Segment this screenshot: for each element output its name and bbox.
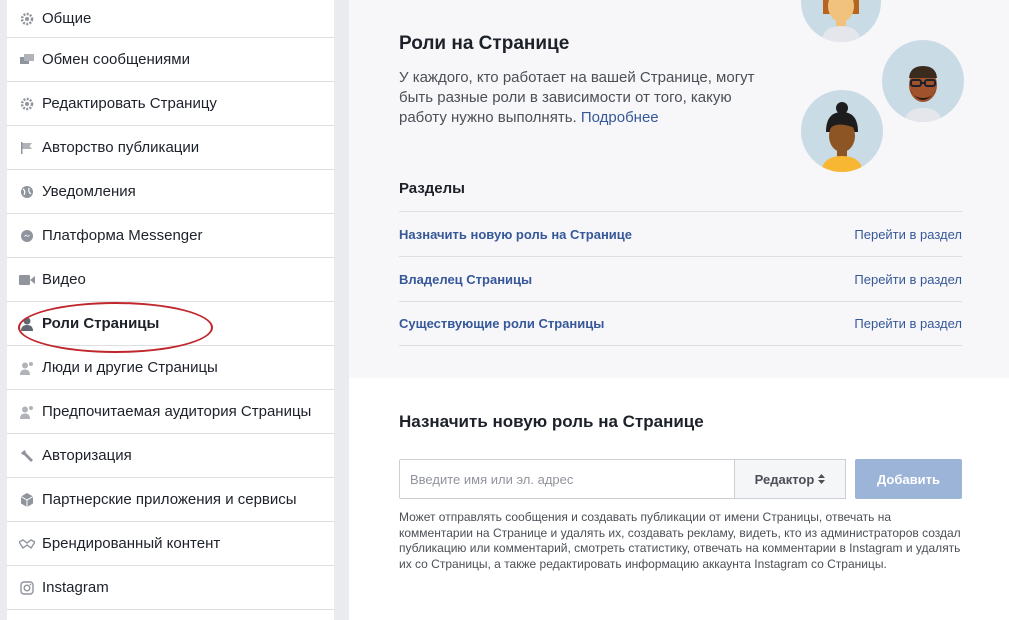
sidebar-item-label: Instagram <box>42 579 109 596</box>
sidebar-item-preferred-audience[interactable]: Предпочитаемая аудитория Страницы <box>7 390 334 434</box>
sidebar-item-label: Обмен сообщениями <box>42 51 190 68</box>
sidebar-item-branded-content[interactable]: Брендированный контент <box>7 522 334 566</box>
sidebar-item-label: Платформа Messenger <box>42 227 203 244</box>
go-to-section-link[interactable]: Перейти в раздел <box>854 316 962 331</box>
sidebar-item-people-pages[interactable]: Люди и другие Страницы <box>7 346 334 390</box>
person-icon <box>19 316 35 332</box>
sidebar-item-label: Предпочитаемая аудитория Страницы <box>42 403 312 420</box>
sidebar-item-page-roles[interactable]: Роли Страницы <box>7 302 334 346</box>
go-to-section-link[interactable]: Перейти в раздел <box>854 227 962 242</box>
sidebar-item-label: Уведомления <box>42 183 136 200</box>
sidebar-item-video[interactable]: Видео <box>7 258 334 302</box>
sidebar-item-label: Брендированный контент <box>42 535 221 552</box>
sidebar-item-label: Авторизация <box>42 447 132 464</box>
add-button[interactable]: Добавить <box>855 459 962 499</box>
name-or-email-input[interactable] <box>399 459 735 499</box>
sidebar-item-label: Партнерские приложения и сервисы <box>42 491 297 508</box>
globe-icon <box>19 184 35 200</box>
handshake-icon <box>19 536 35 552</box>
sidebar-item-label: Люди и другие Страницы <box>42 359 218 376</box>
messages-icon <box>19 52 35 68</box>
wrench-icon <box>19 448 35 464</box>
go-to-section-link[interactable]: Перейти в раздел <box>854 272 962 287</box>
sidebar-item-messaging[interactable]: Обмен сообщениями <box>7 38 334 82</box>
sidebar-item-messenger-platform[interactable]: Платформа Messenger <box>7 214 334 258</box>
flag-icon <box>19 140 35 156</box>
sidebar-item-post-attribution[interactable]: Авторство публикации <box>7 126 334 170</box>
page-roles-title: Роли на Странице <box>399 33 570 54</box>
people-icon <box>19 404 35 420</box>
cube-icon <box>19 492 35 508</box>
role-description: Может отправлять сообщения и создавать п… <box>399 510 961 571</box>
sidebar-item-notifications[interactable]: Уведомления <box>7 170 334 214</box>
settings-sidebar: Общие Обмен сообщениями Редактировать Ст… <box>7 0 334 620</box>
gear-icon <box>19 96 35 112</box>
instagram-icon <box>19 580 35 596</box>
sidebar-item-general[interactable]: Общие <box>7 0 334 38</box>
sidebar-item-label: Роли Страницы <box>42 315 160 332</box>
sidebar-item-partner-apps[interactable]: Партнерские приложения и сервисы <box>7 478 334 522</box>
chevron-updown-icon <box>818 474 826 484</box>
sidebar-item-label: Видео <box>42 271 86 288</box>
section-link-existing-roles[interactable]: Существующие роли Страницы <box>399 316 604 331</box>
section-row: Назначить новую роль на Странице Перейти… <box>399 211 962 256</box>
page-roles-description: У каждого, кто работает на вашей Страниц… <box>399 68 769 128</box>
video-camera-icon <box>19 272 35 288</box>
gear-icon <box>19 11 35 27</box>
section-link-page-owner[interactable]: Владелец Страницы <box>399 272 532 287</box>
sidebar-item-authorization[interactable]: Авторизация <box>7 434 334 478</box>
learn-more-link[interactable]: Подробнее <box>581 109 659 126</box>
role-dropdown[interactable]: Редактор <box>734 459 846 499</box>
description-text: У каждого, кто работает на вашей Страниц… <box>399 69 755 126</box>
sidebar-item-label: Авторство публикации <box>42 139 200 156</box>
assign-role-title: Назначить новую роль на Странице <box>399 412 704 431</box>
sections-heading: Разделы <box>399 180 465 197</box>
assign-role-panel: Назначить новую роль на Странице Редакто… <box>349 378 1009 620</box>
avatar-woman-bun-illustration <box>801 90 883 172</box>
section-link-assign-role[interactable]: Назначить новую роль на Странице <box>399 227 632 242</box>
avatar-woman-illustration <box>801 0 881 42</box>
role-dropdown-value: Редактор <box>754 471 815 487</box>
page-roles-panel: Роли на Странице У каждого, кто работает… <box>349 0 1009 378</box>
avatar-bearded-man-illustration <box>882 40 964 122</box>
section-row: Владелец Страницы Перейти в раздел <box>399 256 962 301</box>
sidebar-item-instagram[interactable]: Instagram <box>7 566 334 610</box>
section-row: Существующие роли Страницы Перейти в раз… <box>399 301 962 346</box>
sidebar-item-label: Общие <box>42 10 92 27</box>
messenger-icon <box>19 228 35 244</box>
sidebar-item-edit-page[interactable]: Редактировать Страницу <box>7 82 334 126</box>
sidebar-item-label: Редактировать Страницу <box>42 95 217 112</box>
people-icon <box>19 360 35 376</box>
